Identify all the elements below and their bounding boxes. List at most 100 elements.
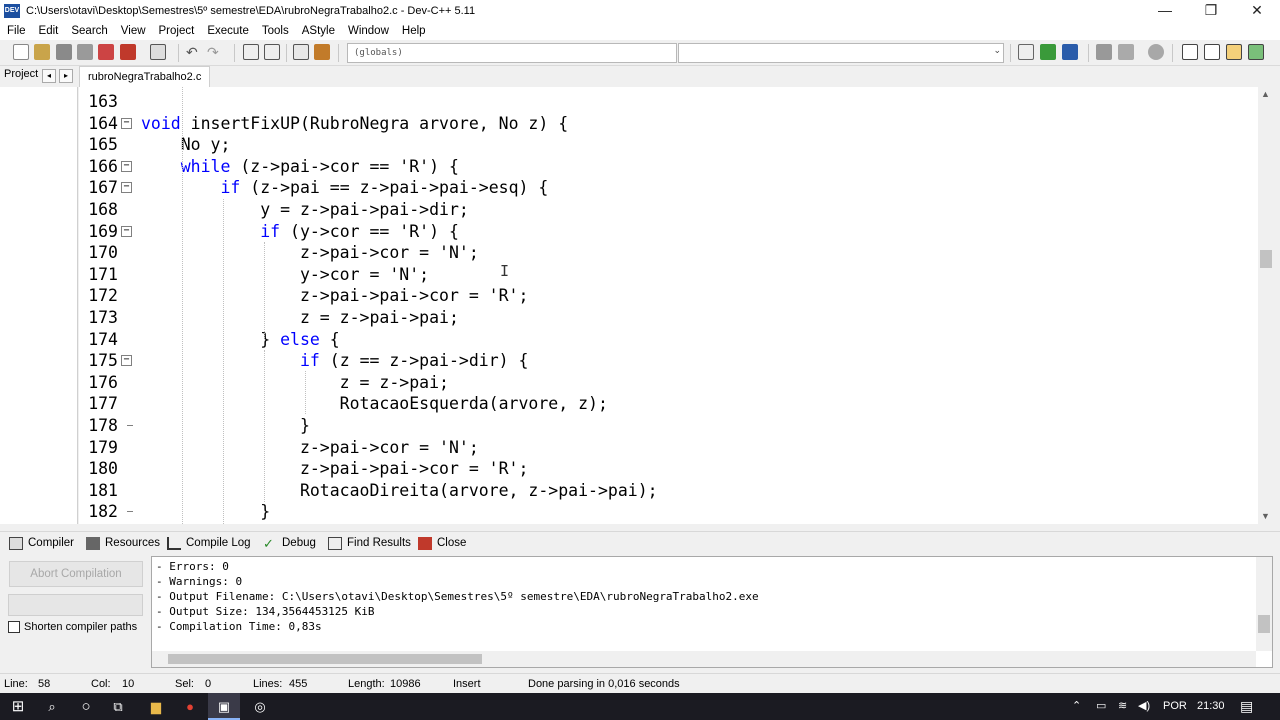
save-icon[interactable] bbox=[56, 44, 72, 60]
goto-icon[interactable] bbox=[293, 44, 309, 60]
scrollbar-thumb[interactable] bbox=[1260, 250, 1272, 268]
open-icon[interactable] bbox=[34, 44, 50, 60]
scroll-up-icon[interactable]: ▲ bbox=[1261, 89, 1270, 99]
compile-icon[interactable] bbox=[1018, 44, 1034, 60]
tab-resources[interactable]: Resources bbox=[86, 534, 160, 552]
close-button[interactable]: ✕ bbox=[1234, 0, 1280, 22]
cortana-icon[interactable]: ○ bbox=[74, 693, 98, 720]
code-line[interactable]: 171 y->cor = 'N'; bbox=[79, 264, 1258, 286]
tab-find-results[interactable]: Find Results bbox=[328, 534, 411, 552]
menu-search[interactable]: Search bbox=[64, 25, 113, 37]
tab-compiler[interactable]: Compiler bbox=[9, 534, 74, 552]
code-line[interactable]: 165 No y; bbox=[79, 134, 1258, 156]
code-editor[interactable]: 163 164− void insertFixUP(RubroNegra arvor… bbox=[79, 87, 1258, 524]
editor-scrollbar[interactable]: ▲ ▼ bbox=[1258, 87, 1274, 524]
scroll-down-icon[interactable]: ▼ bbox=[1261, 511, 1270, 521]
code-line[interactable]: 182 } bbox=[79, 501, 1258, 523]
language-indicator[interactable]: POR bbox=[1163, 693, 1187, 720]
code-line[interactable]: 179 z->pai->cor = 'N'; bbox=[79, 437, 1258, 459]
print-icon[interactable] bbox=[150, 44, 166, 60]
menu-execute[interactable]: Execute bbox=[200, 25, 255, 37]
code-line[interactable]: 175− if (z == z->pai->dir) { bbox=[79, 350, 1258, 372]
devcpp-icon[interactable]: ▣ bbox=[208, 693, 240, 720]
menu-window[interactable]: Window bbox=[341, 25, 395, 37]
scrollbar-thumb[interactable] bbox=[1258, 615, 1270, 633]
tab-next-button[interactable]: ▸ bbox=[59, 69, 73, 83]
undo-icon[interactable]: ↶ bbox=[186, 44, 202, 60]
layout-grid-icon[interactable] bbox=[1182, 44, 1198, 60]
close-file-icon[interactable] bbox=[98, 44, 114, 60]
compile-run-icon[interactable] bbox=[1062, 44, 1078, 60]
code-line[interactable]: 163 bbox=[79, 91, 1258, 113]
debug-icon[interactable] bbox=[1148, 44, 1164, 60]
tab-project[interactable]: Project bbox=[4, 68, 38, 80]
abort-compilation-button[interactable]: Abort Compilation bbox=[9, 561, 143, 587]
restore-button[interactable]: ❐ bbox=[1188, 0, 1234, 22]
tab-debug[interactable]: ✓ Debug bbox=[263, 534, 316, 552]
replace-icon[interactable] bbox=[264, 44, 280, 60]
menu-edit[interactable]: Edit bbox=[32, 25, 65, 37]
code-line[interactable]: 170 z->pai->cor = 'N'; bbox=[79, 242, 1258, 264]
code-line[interactable]: 167− if (z->pai == z->pai->pai->esq) { bbox=[79, 177, 1258, 199]
notifications-icon[interactable]: ▤ bbox=[1240, 693, 1253, 720]
tab-compile-log[interactable]: Compile Log bbox=[167, 534, 251, 552]
chrome-icon[interactable]: ● bbox=[178, 693, 202, 720]
fold-toggle-icon[interactable]: − bbox=[121, 117, 132, 129]
redo-icon[interactable]: ↷ bbox=[207, 44, 223, 60]
volume-icon[interactable]: ◀) bbox=[1138, 693, 1150, 720]
globals-combo[interactable]: (globals) bbox=[347, 43, 677, 63]
clock[interactable]: 21:30 bbox=[1197, 693, 1225, 720]
code-line[interactable]: 169− if (y->cor == 'R') { bbox=[79, 221, 1258, 243]
run-icon[interactable] bbox=[1040, 44, 1056, 60]
code-line[interactable]: 168 y = z->pai->pai->dir; bbox=[79, 199, 1258, 221]
search-icon[interactable]: ⌕ bbox=[40, 693, 64, 720]
code-line[interactable]: 174 } else { bbox=[79, 329, 1258, 351]
windows-start-icon[interactable]: ⊞ bbox=[6, 693, 30, 720]
code-line[interactable]: 178 } bbox=[79, 415, 1258, 437]
menu-view[interactable]: View bbox=[114, 25, 152, 37]
fold-toggle-icon[interactable]: − bbox=[121, 355, 132, 367]
menu-tools[interactable]: Tools bbox=[255, 25, 295, 37]
code-line[interactable]: 173 z = z->pai->pai; bbox=[79, 307, 1258, 329]
layout-colors-icon[interactable] bbox=[1226, 44, 1242, 60]
save-all-icon[interactable] bbox=[77, 44, 93, 60]
log-horizontal-scrollbar[interactable] bbox=[152, 651, 1256, 667]
menu-project[interactable]: Project bbox=[152, 25, 201, 37]
compile-log[interactable]: - Errors: 0 - Warnings: 0 - Output Filen… bbox=[151, 556, 1273, 668]
wifi-icon[interactable]: ≋ bbox=[1118, 693, 1127, 720]
code-line[interactable]: 166− while (z->pai->cor == 'R') { bbox=[79, 156, 1258, 178]
find-icon[interactable] bbox=[243, 44, 259, 60]
code-line[interactable]: 180 z->pai->pai->cor = 'R'; bbox=[79, 458, 1258, 480]
menu-file[interactable]: File bbox=[0, 25, 32, 37]
fold-toggle-icon[interactable]: − bbox=[121, 182, 132, 194]
tab-prev-button[interactable]: ◂ bbox=[42, 69, 56, 83]
scrollbar-thumb[interactable] bbox=[168, 654, 482, 664]
tab-file[interactable]: rubroNegraTrabalho2.c bbox=[79, 66, 211, 87]
bookmark-icon[interactable] bbox=[314, 44, 330, 60]
code-line[interactable]: 176 z = z->pai; bbox=[79, 372, 1258, 394]
tray-chevron-icon[interactable]: ⌃ bbox=[1072, 693, 1081, 720]
app-icon[interactable]: ◎ bbox=[248, 693, 272, 720]
code-line[interactable]: 181 RotacaoDireita(arvore, z->pai->pai); bbox=[79, 480, 1258, 502]
tab-close[interactable]: Close bbox=[418, 534, 466, 552]
task-view-icon[interactable]: ⧉ bbox=[106, 693, 130, 720]
file-explorer-icon[interactable]: ▆ bbox=[144, 693, 168, 720]
checkbox-box[interactable] bbox=[8, 621, 20, 633]
shorten-paths-checkbox[interactable]: Shorten compiler paths bbox=[8, 621, 137, 633]
tray-network-icon[interactable]: ▭ bbox=[1096, 693, 1106, 720]
new-file-icon[interactable] bbox=[13, 44, 29, 60]
menu-astyle[interactable]: AStyle bbox=[295, 25, 341, 37]
minimize-button[interactable]: — bbox=[1142, 0, 1188, 22]
menu-help[interactable]: Help bbox=[395, 25, 432, 37]
code-line[interactable]: 172 z->pai->pai->cor = 'R'; bbox=[79, 285, 1258, 307]
log-vertical-scrollbar[interactable] bbox=[1256, 557, 1272, 651]
fold-toggle-icon[interactable]: − bbox=[121, 225, 132, 237]
layout-tiles-icon[interactable] bbox=[1248, 44, 1264, 60]
code-line[interactable]: 164− void insertFixUP(RubroNegra arvore, … bbox=[79, 113, 1258, 135]
code-line[interactable]: 177 RotacaoEsquerda(arvore, z); bbox=[79, 393, 1258, 415]
layout-single-icon[interactable] bbox=[1204, 44, 1220, 60]
fold-toggle-icon[interactable]: − bbox=[121, 160, 132, 172]
back-icon[interactable] bbox=[1096, 44, 1112, 60]
close-all-icon[interactable] bbox=[120, 44, 136, 60]
function-combo[interactable]: ⌄ bbox=[678, 43, 1004, 63]
